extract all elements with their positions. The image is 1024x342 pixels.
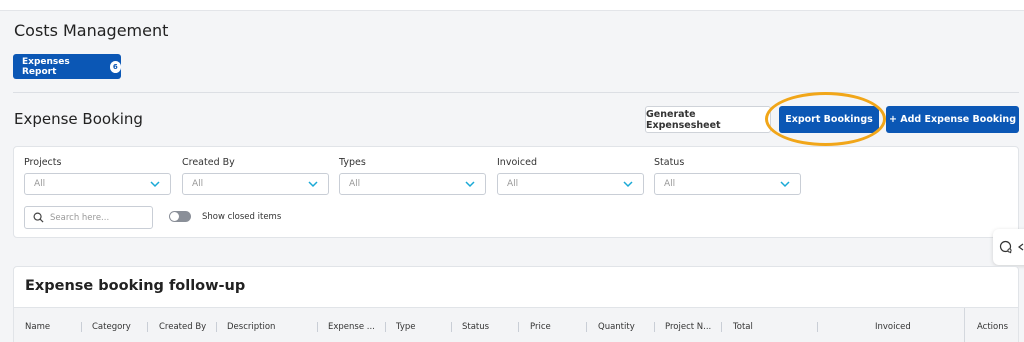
toggle-label: Show closed items [202,211,282,222]
chevron-down-icon [465,181,475,188]
column-separator[interactable] [385,322,386,332]
status-select[interactable]: All [654,173,801,195]
types-select[interactable]: All [339,173,486,195]
generate-expensesheet-button[interactable]: Generate Expensesheet [645,106,771,133]
column-separator[interactable] [451,322,452,332]
filter-status: Status All [654,157,801,195]
column-separator[interactable] [81,322,82,332]
filter-label: Projects [24,157,62,168]
column-separator [964,308,965,342]
filter-projects: Projects All [24,157,171,195]
chevron-left-icon [1018,243,1024,251]
select-value: All [192,179,204,189]
column-separator[interactable] [586,322,587,332]
select-value: All [34,179,46,189]
chat-widget-button[interactable] [993,229,1024,265]
page-title: Costs Management [14,21,169,40]
filter-created-by: Created By All [182,157,329,195]
filter-label: Invoiced [497,157,537,168]
top-bar [0,0,1024,11]
section-title: Expense Booking [14,110,143,128]
chevron-down-icon [780,181,790,188]
column-header[interactable]: Quantity [598,322,635,332]
filter-invoiced: Invoiced All [497,157,644,195]
column-header[interactable]: Name [25,322,50,332]
column-header[interactable]: Expense ... [328,322,375,332]
column-separator[interactable] [518,322,519,332]
column-header[interactable]: Total [733,322,753,332]
tab-expenses-report[interactable]: Expenses Report 6 [13,54,121,79]
column-header[interactable]: Project N... [665,322,711,332]
column-separator[interactable] [721,322,722,332]
section-divider [13,92,1019,93]
search-icon [33,212,44,223]
filter-types: Types All [339,157,486,195]
column-header[interactable]: Invoiced [875,322,911,332]
expense-followup-table: Expense booking follow-up Name Category … [13,266,1019,342]
column-separator[interactable] [317,322,318,332]
column-header[interactable]: Type [396,322,416,332]
search-box [24,206,153,229]
show-closed-toggle[interactable] [169,211,191,222]
table-title: Expense booking follow-up [25,278,246,294]
chevron-down-icon [150,181,160,188]
column-header[interactable]: Actions [977,322,1008,332]
filter-label: Types [339,157,366,168]
column-separator[interactable] [817,322,818,332]
column-separator[interactable] [147,322,148,332]
filter-panel: Projects All Created By All Types All In… [13,146,1019,238]
chevron-down-icon [308,181,318,188]
invoiced-select[interactable]: All [497,173,644,195]
filter-label: Status [654,157,685,168]
show-closed-toggle-group: Show closed items [169,211,281,222]
column-header[interactable]: Price [530,322,551,332]
filter-label: Created By [182,157,235,168]
table-header: Name Category Created By Description Exp… [14,307,1018,342]
column-header[interactable]: Description [227,322,275,332]
chevron-down-icon [623,181,633,188]
column-header[interactable]: Status [462,322,489,332]
count-badge: 6 [109,60,121,73]
created-by-select[interactable]: All [182,173,329,195]
search-input[interactable] [50,212,145,223]
select-value: All [664,179,676,189]
export-bookings-button[interactable]: Export Bookings [779,106,879,133]
select-value: All [349,179,361,189]
select-value: All [507,179,519,189]
column-separator[interactable] [654,322,655,332]
projects-select[interactable]: All [24,173,171,195]
tab-label: Expenses Report [22,56,70,77]
add-expense-booking-button[interactable]: + Add Expense Booking [886,106,1019,133]
column-header[interactable]: Created By [159,322,206,332]
column-header[interactable]: Category [92,322,131,332]
column-separator[interactable] [216,322,217,332]
chat-icon [999,240,1012,254]
